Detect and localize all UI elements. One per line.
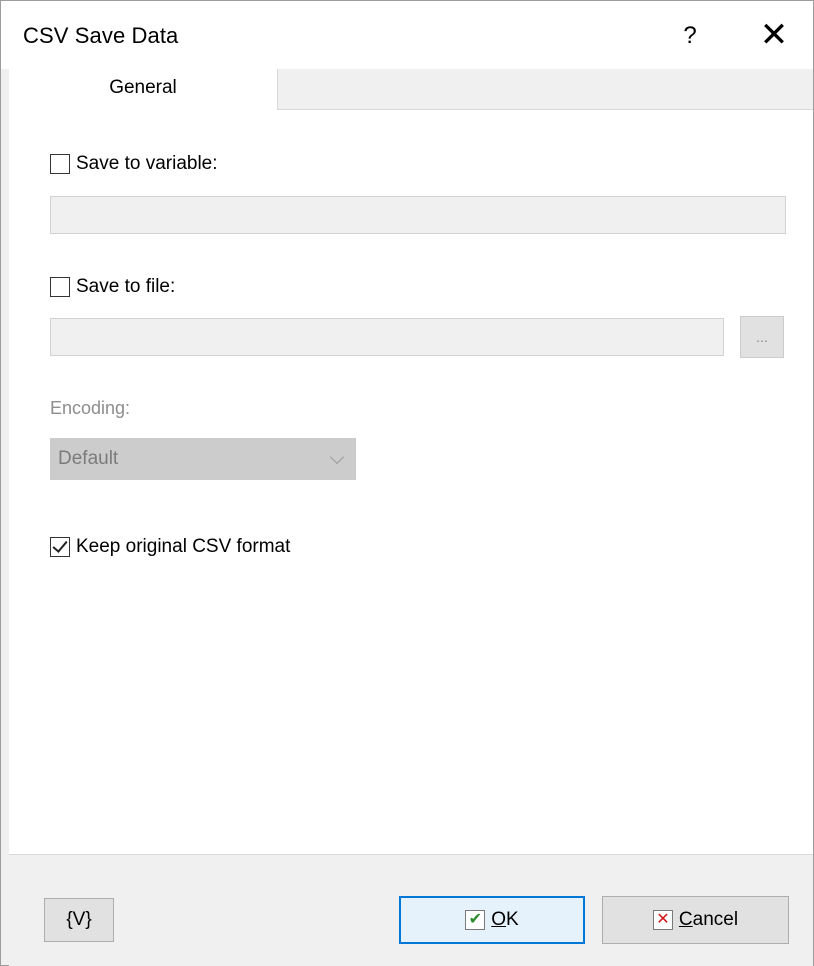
variable-name-input[interactable] — [50, 196, 786, 234]
save-to-file-checkbox[interactable] — [50, 277, 70, 297]
title-bar[interactable]: CSV Save Data ? ✕ — [1, 1, 813, 69]
button-bar: {V} ✔ OK ✕ Cancel — [9, 854, 813, 966]
general-tab-panel: Save to variable: Save to file: ... Enco… — [9, 110, 813, 854]
save-to-file-label: Save to file: — [76, 276, 176, 297]
close-button[interactable]: ✕ — [757, 18, 791, 53]
keep-original-format-option[interactable]: Keep original CSV format — [50, 536, 290, 558]
save-to-variable-checkbox[interactable] — [50, 154, 70, 174]
save-to-variable-label: Save to variable: — [76, 153, 218, 174]
cancel-label: Cancel — [678, 909, 739, 930]
csv-save-data-dialog: CSV Save Data ? ✕ General Save to variab… — [0, 0, 814, 966]
ok-label: OK — [491, 909, 519, 930]
tab-strip: General — [9, 69, 813, 110]
keep-original-format-label: Keep original CSV format — [76, 536, 291, 557]
dialog-title: CSV Save Data — [23, 23, 179, 48]
chevron-down-icon — [329, 449, 345, 465]
browse-button[interactable]: ... — [740, 316, 784, 358]
encoding-selected-value: Default — [58, 448, 119, 469]
encoding-label: Encoding: — [50, 398, 131, 418]
save-to-variable-option[interactable]: Save to variable: — [50, 153, 218, 175]
cross-icon: ✕ — [652, 910, 673, 930]
file-path-input[interactable] — [50, 318, 724, 356]
ok-button[interactable]: ✔ OK — [399, 896, 585, 944]
checkmark-icon: ✔ — [465, 910, 486, 930]
keep-original-format-checkbox[interactable] — [50, 537, 70, 557]
cancel-button[interactable]: ✕ Cancel — [602, 896, 789, 944]
help-button[interactable]: ? — [677, 19, 703, 53]
save-to-file-option[interactable]: Save to file: — [50, 276, 175, 298]
encoding-select[interactable]: Default — [50, 438, 356, 480]
variables-button[interactable]: {V} — [44, 898, 114, 942]
tab-general[interactable]: General — [9, 69, 278, 110]
